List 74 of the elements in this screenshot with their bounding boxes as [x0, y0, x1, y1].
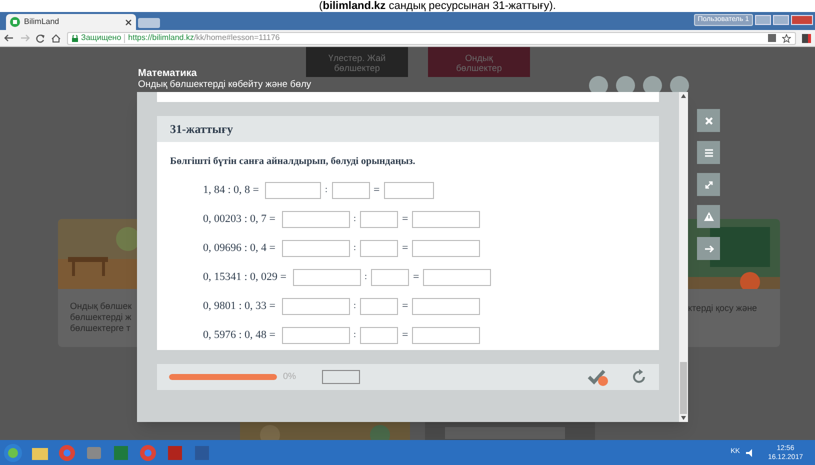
card-text: Ондық бөлшек [70, 301, 133, 312]
card-text: бөлшектерге т [70, 323, 132, 334]
division-sign: : [325, 183, 328, 196]
new-tab-button[interactable] [138, 18, 160, 28]
equals-sign: = [402, 212, 408, 227]
subject-title: Математика [138, 67, 197, 80]
minimize-button[interactable] [755, 14, 771, 25]
equals-sign: = [374, 182, 380, 198]
lesson-title: Ондық бөлшектерді көбейту және бөлу [138, 78, 312, 92]
home-icon[interactable] [51, 34, 61, 42]
answer-field[interactable] [322, 370, 360, 384]
answer-field[interactable] [292, 268, 361, 286]
equation-text: 0, 5976 : 0, 48 = [203, 328, 276, 343]
volume-icon[interactable] [744, 448, 755, 458]
division-sign: : [354, 212, 356, 226]
answer-field[interactable] [360, 240, 398, 256]
equals-sign: = [413, 270, 420, 285]
site-icon [10, 17, 20, 27]
answer-field[interactable] [384, 182, 434, 198]
answer-field[interactable] [360, 210, 398, 228]
answer-field[interactable] [412, 240, 480, 256]
caption-text: (bilimland.kz сандық ресурсынан 31-жаттығу). [318, 0, 556, 12]
answer-field[interactable] [282, 326, 350, 344]
reload-icon[interactable] [36, 34, 45, 42]
browser-icon[interactable] [56, 442, 78, 462]
card-text: ктерді қосу және [688, 303, 758, 314]
answer-field[interactable] [360, 298, 398, 314]
answer-field[interactable] [412, 326, 480, 344]
warning-icon[interactable] [702, 210, 716, 224]
division-sign: : [354, 299, 356, 312]
maximize-button[interactable] [773, 14, 789, 25]
division-sign: : [354, 328, 356, 342]
answer-field[interactable] [371, 268, 410, 286]
exercise-title: 31-жаттығу [157, 116, 659, 142]
card-text: бөлшектерді ж [70, 312, 132, 323]
topic-tile[interactable]: Үлестер. Жай бөлшектер [306, 47, 408, 77]
equals-sign: = [402, 240, 408, 256]
division-sign: : [364, 270, 368, 284]
equation-text: 0, 15341 : 0, 029 = [203, 270, 287, 285]
refresh-icon[interactable] [633, 369, 647, 385]
close-tab-icon[interactable] [125, 18, 132, 26]
browser-tab[interactable]: BilimLand [6, 14, 136, 30]
answer-field[interactable] [282, 240, 350, 256]
equation-text: 0, 9801 : 0, 33 = [203, 298, 276, 314]
equals-sign: = [402, 328, 408, 343]
answer-field[interactable] [282, 210, 350, 228]
forward-icon[interactable] [20, 34, 30, 42]
extension-icon[interactable] [802, 34, 811, 42]
equation-text: 0, 09696 : 0, 4 = [203, 240, 276, 256]
browser-icon[interactable] [137, 442, 159, 462]
back-icon[interactable] [4, 34, 14, 42]
topic-tile[interactable]: Ондық бөлшектер [428, 47, 530, 77]
address-field[interactable]: Защищено https://bilimland.kz/kk/home#lesson=11176 [67, 32, 796, 44]
scroll-down-icon[interactable] [681, 416, 686, 420]
close-window-button[interactable] [791, 14, 813, 25]
scrollbar[interactable] [679, 92, 688, 422]
answer-field[interactable] [332, 182, 370, 198]
answer-field[interactable] [360, 326, 398, 344]
answer-field[interactable] [412, 298, 480, 314]
check-icon[interactable] [587, 368, 609, 386]
answer-field[interactable] [412, 210, 480, 228]
equation-text: 0, 00203 : 0, 7 = [203, 212, 276, 227]
bookmark-star-icon[interactable] [782, 34, 791, 42]
answer-field[interactable] [282, 298, 350, 314]
progress-percent: 0% [283, 370, 296, 384]
instruction-text: Бөлгішті бүтін санға айналдырып, бөлуді орындаңыз. [169, 155, 416, 169]
division-sign: : [354, 241, 356, 254]
start-orb-icon[interactable] [2, 442, 24, 462]
scroll-thumb[interactable] [680, 362, 687, 414]
equation-text: 1, 84 : 0, 8 = [203, 182, 260, 198]
lock-icon [72, 34, 78, 42]
answer-field[interactable] [423, 268, 492, 286]
answer-field[interactable] [265, 182, 322, 198]
equals-sign: = [402, 298, 408, 314]
